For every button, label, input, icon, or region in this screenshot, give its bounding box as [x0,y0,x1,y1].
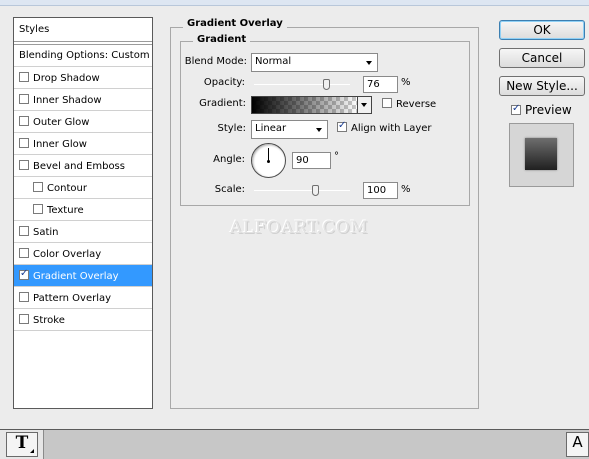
opacity-input[interactable]: 76 [363,76,398,93]
style-item-bevel-emboss[interactable]: Bevel and Emboss [14,155,152,177]
style-select[interactable]: Linear [251,120,328,139]
bottom-toolbar: T A [0,429,589,459]
style-item-satin[interactable]: Satin [14,221,152,243]
texture-checkbox[interactable] [33,204,43,214]
style-item-outer-glow[interactable]: Outer Glow [14,111,152,133]
style-item-label: Inner Glow [33,139,87,150]
gradient-subgroup-title: Gradient [193,34,251,45]
align-with-layer-checkbox[interactable] [337,120,347,132]
style-item-color-overlay[interactable]: Color Overlay [14,243,152,265]
style-label: Style: [217,123,247,134]
reverse-label: Reverse [396,99,437,110]
style-item-label: Inner Shadow [33,95,102,106]
styles-header: Styles [14,18,152,42]
scale-slider-thumb[interactable] [312,185,319,196]
contour-checkbox[interactable] [33,182,43,192]
blend-mode-label: Blend Mode: [184,56,247,67]
reverse-option[interactable]: Reverse [382,98,436,110]
watermark-text: ALFOART.COM [230,218,369,238]
text-tool-icon: T [15,433,29,453]
angle-dial-center [267,160,270,163]
style-item-label: Outer Glow [33,117,90,128]
satin-checkbox[interactable] [19,226,29,236]
angle-label: Angle: [213,154,245,165]
preview-checkbox[interactable] [511,103,521,115]
styles-list: Styles Blending Options: Custom Drop Sha… [13,17,153,409]
style-item-texture[interactable]: Texture [14,199,152,221]
preview-label: Preview [525,103,572,117]
gradient-preview-swatch[interactable] [252,97,358,113]
preview-option[interactable]: Preview [511,103,572,117]
stroke-checkbox[interactable] [19,314,29,324]
style-item-label: Texture [47,205,84,216]
scale-slider-track[interactable] [254,190,350,191]
opacity-label: Opacity: [203,77,245,88]
window-top-edge [0,0,589,6]
style-item-label: Satin [33,227,59,238]
character-panel-button[interactable]: A [566,432,589,457]
style-item-label: Bevel and Emboss [33,161,125,172]
style-item-drop-shadow[interactable]: Drop Shadow [14,67,152,89]
gradient-overlay-checkbox[interactable] [19,268,29,280]
angle-dial[interactable] [251,143,286,178]
style-item-label: Pattern Overlay [33,293,112,304]
tool-flyout-corner [30,449,34,453]
gradient-picker[interactable] [251,96,372,114]
style-item-label: Drop Shadow [33,73,100,84]
style-item-inner-shadow[interactable]: Inner Shadow [14,89,152,111]
angle-input[interactable]: 90 [292,152,331,169]
preview-swatch [525,138,557,170]
opacity-unit: % [401,77,411,88]
style-item-label: Color Overlay [33,249,102,260]
gradient-label: Gradient: [199,98,246,109]
scale-input[interactable]: 100 [363,182,398,199]
gradient-overlay-title: Gradient Overlay [183,18,287,29]
new-style-button[interactable]: New Style... [499,76,585,96]
blending-options-item[interactable]: Blending Options: Custom [14,45,152,67]
ok-button[interactable]: OK [499,20,585,40]
style-item-gradient-overlay[interactable]: Gradient Overlay [14,265,152,287]
style-item-inner-glow[interactable]: Inner Glow [14,133,152,155]
gradient-dropdown-button[interactable] [357,97,371,113]
opacity-slider-track[interactable] [254,84,350,85]
text-tool-button[interactable]: T [6,432,38,457]
inner-glow-checkbox[interactable] [19,138,29,148]
inner-shadow-checkbox[interactable] [19,94,29,104]
cancel-button[interactable]: Cancel [499,48,585,68]
style-item-label: Gradient Overlay [33,271,119,282]
scale-unit: % [401,184,411,195]
reverse-checkbox[interactable] [382,98,392,108]
blend-mode-value: Normal [255,56,292,67]
style-item-pattern-overlay[interactable]: Pattern Overlay [14,287,152,309]
blend-mode-select[interactable]: Normal [251,53,378,72]
tool-slot-left: T [0,430,44,459]
opacity-slider-thumb[interactable] [322,79,330,90]
character-panel-icon: A [572,433,583,451]
style-item-stroke[interactable]: Stroke [14,309,152,331]
color-overlay-checkbox[interactable] [19,248,29,258]
scale-label: Scale: [214,184,245,195]
style-value: Linear [255,123,287,134]
angle-unit: ° [334,151,339,162]
outer-glow-checkbox[interactable] [19,116,29,126]
align-with-layer-option[interactable]: Align with Layer [337,120,432,134]
bevel-emboss-checkbox[interactable] [19,160,29,170]
style-item-label: Stroke [33,315,65,326]
style-item-contour[interactable]: Contour [14,177,152,199]
align-with-layer-label: Align with Layer [351,123,432,134]
drop-shadow-checkbox[interactable] [19,72,29,82]
style-item-label: Contour [47,183,87,194]
pattern-overlay-checkbox[interactable] [19,292,29,302]
preview-thumbnail [509,123,574,187]
